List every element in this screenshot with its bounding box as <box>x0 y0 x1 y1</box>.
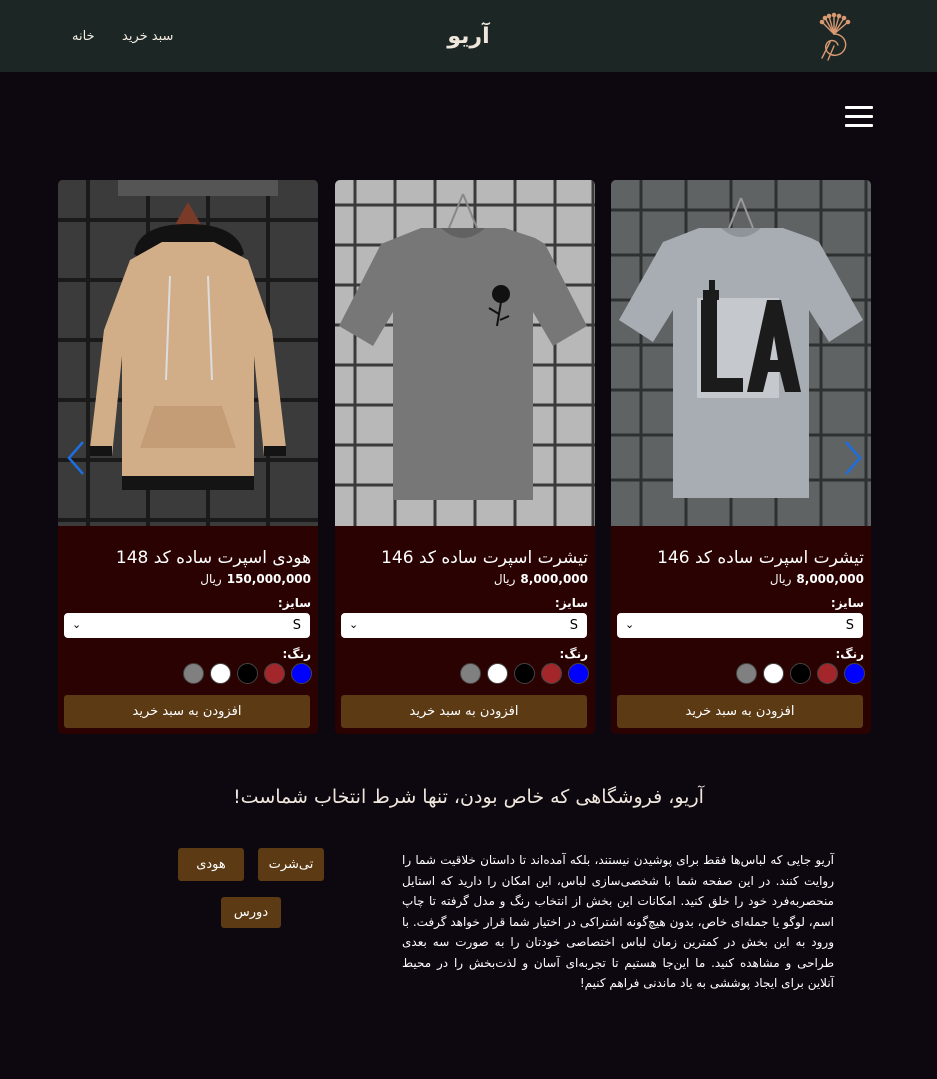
product-image-tshirt-rose[interactable] <box>335 180 595 526</box>
color-swatch-gray[interactable] <box>183 663 204 684</box>
product-card: هودی اسپرت ساده کد 148 150,000,000 ریال س… <box>58 180 318 734</box>
tagline: آریو، فروشگاهی که خاص بودن، تنها شرط انت… <box>233 786 704 808</box>
size-select[interactable]: S ⌄ <box>64 613 310 638</box>
site-title: آریو <box>447 24 490 49</box>
color-swatch-gray[interactable] <box>736 663 757 684</box>
size-select-value: S <box>292 618 301 633</box>
product-title: تیشرت اسپرت ساده کد 146 <box>381 548 588 568</box>
price-currency: ریال <box>493 572 516 586</box>
chevron-down-icon: ⌄ <box>625 618 635 631</box>
peacock-logo-icon[interactable] <box>812 12 856 62</box>
size-label: سایز: <box>554 596 588 610</box>
product-title: تیشرت اسپرت ساده کد 146 <box>657 548 864 568</box>
product-card: تیشرت اسپرت ساده کد 146 8,000,000 ریال سا… <box>611 180 871 734</box>
add-to-cart-button[interactable]: افزودن به سبد خرید <box>617 695 863 728</box>
price-value: 8,000,000 <box>520 572 588 586</box>
color-swatch-black[interactable] <box>237 663 258 684</box>
product-price: 8,000,000 ریال <box>770 572 864 586</box>
size-label: سایز: <box>830 596 864 610</box>
product-image-hoodie[interactable] <box>58 180 318 526</box>
color-swatch-white[interactable] <box>210 663 231 684</box>
hamburger-menu-icon[interactable] <box>845 106 873 128</box>
size-select[interactable]: S ⌄ <box>341 613 587 638</box>
color-swatch-red[interactable] <box>541 663 562 684</box>
about-text: آریو جایی که لباس‌ها فقط برای پوشیدن نیس… <box>402 853 834 990</box>
price-value: 8,000,000 <box>796 572 864 586</box>
site-header: خانه سبد خرید آریو <box>0 0 937 72</box>
color-swatch-red[interactable] <box>264 663 285 684</box>
chevron-down-icon: ⌄ <box>72 618 82 631</box>
color-label: رنگ: <box>835 647 865 661</box>
price-currency: ریال <box>200 572 222 586</box>
size-select-value: S <box>569 618 578 633</box>
size-select-value: S <box>845 618 854 633</box>
chevron-right-icon[interactable] <box>843 440 863 476</box>
category-hoodie-button[interactable]: هودی <box>178 848 244 881</box>
color-label: رنگ: <box>559 647 589 661</box>
color-swatch-white[interactable] <box>763 663 784 684</box>
product-card: تیشرت اسپرت ساده کد 146 8,000,000 ریال سا… <box>335 180 595 734</box>
color-swatch-blue[interactable] <box>291 663 312 684</box>
product-image-tshirt-la[interactable] <box>611 180 871 526</box>
chevron-down-icon: ⌄ <box>349 618 359 631</box>
price-value: 150,000,000 <box>226 572 311 586</box>
category-sweatshirt-button[interactable]: دورس <box>221 897 281 928</box>
color-swatch-black[interactable] <box>790 663 811 684</box>
add-to-cart-button[interactable]: افزودن به سبد خرید <box>64 695 310 728</box>
color-swatch-black[interactable] <box>514 663 535 684</box>
category-tshirt-button[interactable]: تی‌شرت <box>258 848 324 881</box>
color-swatch-red[interactable] <box>817 663 838 684</box>
product-price: 150,000,000 ریال <box>200 572 311 586</box>
add-to-cart-button[interactable]: افزودن به سبد خرید <box>341 695 587 728</box>
color-label: رنگ: <box>282 647 312 661</box>
color-swatch-blue[interactable] <box>568 663 589 684</box>
color-swatch-blue[interactable] <box>844 663 865 684</box>
product-price: 8,000,000 ریال <box>494 572 588 586</box>
color-swatch-white[interactable] <box>487 663 508 684</box>
chevron-left-icon[interactable] <box>66 440 86 476</box>
product-title: هودی اسپرت ساده کد 148 <box>115 548 311 568</box>
size-label: سایز: <box>277 596 311 610</box>
color-swatch-gray[interactable] <box>460 663 481 684</box>
size-select[interactable]: S ⌄ <box>617 613 863 638</box>
price-currency: ریال <box>769 572 792 586</box>
